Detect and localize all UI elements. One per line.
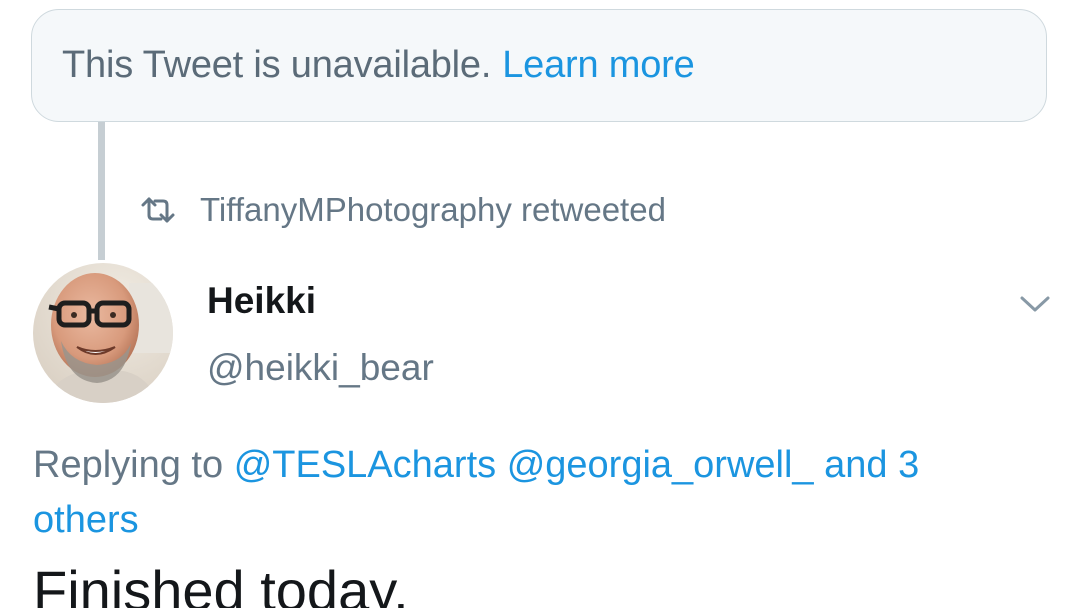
- others-count: 3: [898, 444, 920, 486]
- author-handle[interactable]: @heikki_bear: [207, 347, 434, 389]
- mention-georgia-orwell[interactable]: @georgia_orwell_: [507, 444, 814, 486]
- thread-connector-line: [98, 122, 105, 260]
- tweet-text: Finished today.: [33, 559, 409, 608]
- author-display-name[interactable]: Heikki: [207, 280, 316, 322]
- replying-to-label: Replying to: [33, 444, 224, 486]
- tweet-screen: This Tweet is unavailable. Learn more Tif…: [0, 0, 1080, 608]
- replying-to-context: Replying to @TESLAcharts @georgia_orwell…: [33, 438, 1033, 548]
- retweet-icon: [141, 197, 175, 223]
- retweet-context: TiffanyMPhotography retweeted: [140, 188, 666, 232]
- others-word: others: [33, 499, 139, 541]
- mention-tesla-charts[interactable]: @TESLAcharts: [234, 444, 496, 486]
- and-word: and: [824, 444, 888, 486]
- learn-more-link[interactable]: Learn more: [502, 44, 695, 87]
- chevron-down-icon[interactable]: [1018, 290, 1052, 316]
- retweet-label: TiffanyMPhotography retweeted: [200, 191, 666, 228]
- avatar-photo: [33, 263, 173, 403]
- unavailable-tweet-notice: This Tweet is unavailable. Learn more: [31, 9, 1047, 122]
- unavailable-text: This Tweet is unavailable.: [62, 44, 492, 86]
- avatar[interactable]: [33, 263, 173, 403]
